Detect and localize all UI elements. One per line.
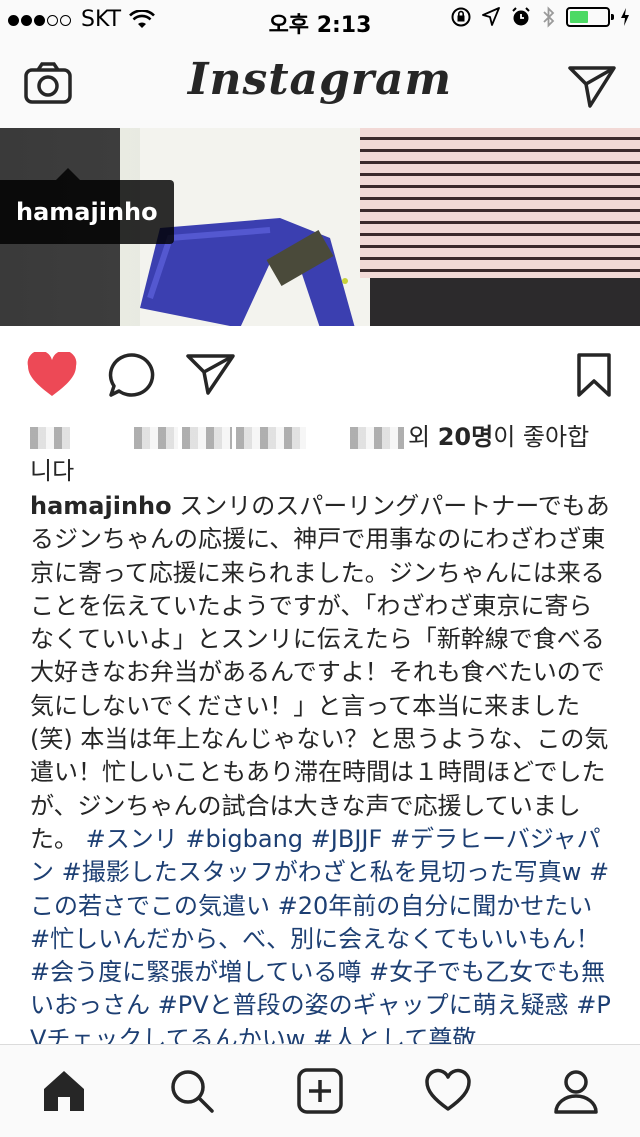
photo-spot — [342, 278, 348, 284]
photo-striped-shirt — [360, 128, 640, 278]
app-header: Instagram — [0, 40, 640, 129]
alarm-icon — [512, 7, 530, 26]
bluetooth-icon — [543, 6, 555, 28]
hashtag-link[interactable]: #PVと普段の姿のギャップに萌え疑惑 — [158, 991, 569, 1019]
direct-send-icon[interactable] — [568, 64, 616, 108]
post-actions — [0, 338, 640, 410]
comment-icon[interactable] — [108, 352, 156, 398]
caption-text: スンリのスパーリングパートナーでもあるジンちゃんの応援に、神戸で用事なのにわざわ… — [30, 492, 610, 853]
user-tag-label[interactable]: hamajinho — [0, 168, 174, 244]
likes-summary[interactable]: 외 20명이 좋아합니다 — [30, 420, 610, 488]
battery-icon — [566, 7, 614, 27]
activity-heart-icon[interactable] — [424, 1067, 472, 1115]
charging-bolt-icon — [621, 8, 629, 26]
blurred-liker — [236, 427, 306, 449]
heart-filled-icon[interactable] — [26, 352, 78, 398]
profile-icon[interactable] — [552, 1067, 600, 1115]
caption-hashtags: #スンリ #bigbang #JBJJF #デラヒーバジャパン #撮影したスタッ… — [30, 825, 611, 1053]
likes-prefix: 외 — [408, 423, 438, 451]
hashtag-link[interactable]: #20年前の自分に聞かせたい — [278, 892, 593, 920]
blurred-liker — [134, 427, 178, 449]
search-icon[interactable] — [168, 1067, 216, 1115]
hashtag-link[interactable]: #bigbang — [185, 825, 303, 853]
likes-count[interactable]: 20명 — [438, 423, 493, 451]
location-arrow-icon — [482, 7, 500, 26]
orientation-lock-icon — [451, 7, 471, 27]
hashtag-link[interactable]: #JBJJF — [311, 825, 383, 853]
send-icon[interactable] — [186, 352, 236, 396]
likes-suffix: 이 좋아합니다 — [30, 423, 590, 485]
status-right — [450, 6, 630, 28]
instagram-logo: Instagram — [187, 54, 453, 105]
caption-username[interactable]: hamajinho — [30, 492, 172, 520]
status-bar: SKT 오후 2:13 — [0, 0, 640, 40]
hashtag-link[interactable]: #会う度に緊張が増している噂 — [30, 958, 361, 986]
bottom-tab-bar — [0, 1044, 640, 1137]
hashtag-link[interactable]: #撮影したスタッフがわざと私を見切った写真w — [62, 858, 582, 886]
hashtag-link[interactable]: #忙しいんだから、べ、別に会えなくてもいいもん！ — [30, 925, 600, 953]
add-post-icon[interactable] — [296, 1067, 344, 1115]
bookmark-icon[interactable] — [576, 352, 612, 398]
photo-pants — [370, 278, 640, 326]
blurred-liker — [182, 427, 232, 449]
home-icon[interactable] — [40, 1067, 88, 1115]
blurred-liker — [30, 427, 70, 449]
post-caption: hamajinho スンリのスパーリングパートナーでもあるジンちゃんの応援に、神… — [30, 490, 612, 1056]
blurred-liker — [350, 427, 404, 449]
hashtag-link[interactable]: #スンリ — [86, 825, 178, 853]
